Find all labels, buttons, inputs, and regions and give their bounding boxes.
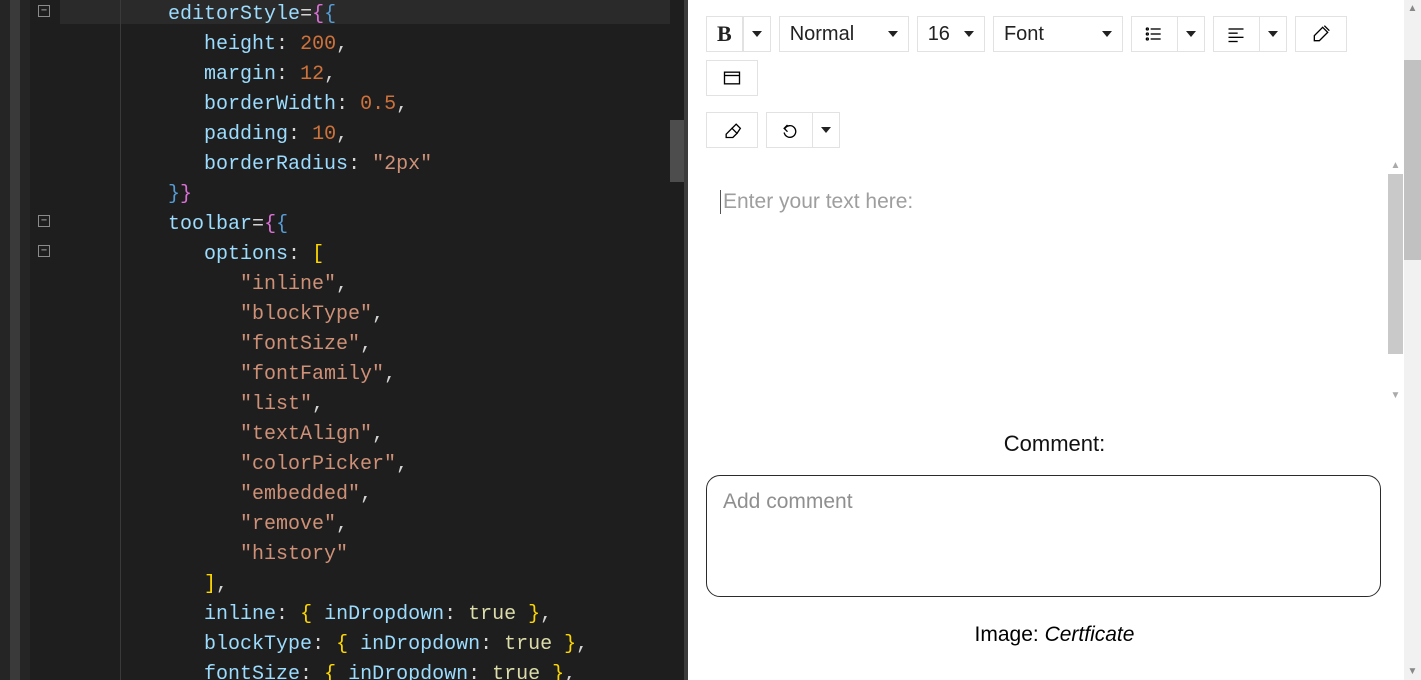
textalign-dropdown[interactable]: [1213, 16, 1287, 52]
align-left-icon[interactable]: [1213, 16, 1259, 52]
comment-section-label: Comment:: [706, 431, 1403, 457]
editor-fold-gutter: − − −: [30, 0, 60, 680]
list-dropdown-caret[interactable]: [1177, 16, 1205, 52]
editor-scrollbar-thumb[interactable]: [670, 120, 684, 182]
inline-dropdown-caret[interactable]: [743, 16, 771, 52]
chevron-down-icon: [888, 31, 898, 37]
preview-scrollbar-thumb[interactable]: [1404, 60, 1421, 260]
comment-input[interactable]: [706, 475, 1381, 597]
list-dropdown[interactable]: [1131, 16, 1205, 52]
fold-toggle[interactable]: −: [38, 5, 50, 17]
scroll-down-icon[interactable]: ▼: [1404, 663, 1421, 680]
fontfamily-dropdown[interactable]: Font: [993, 16, 1123, 52]
rte-editor-wrapper: Enter your text here: ▲ ▼: [706, 158, 1403, 403]
chevron-down-icon: [1102, 31, 1112, 37]
scroll-down-icon[interactable]: ▼: [1388, 388, 1403, 403]
colorpicker-button[interactable]: [1295, 16, 1347, 52]
blocktype-dropdown[interactable]: Normal: [779, 16, 909, 52]
image-name: Certficate: [1045, 623, 1135, 646]
scroll-up-icon[interactable]: ▲: [1388, 158, 1403, 173]
fold-toggle[interactable]: −: [38, 215, 50, 227]
image-section-label: Image: Certficate: [706, 623, 1403, 647]
rte-editor[interactable]: Enter your text here:: [706, 158, 1403, 403]
code-area[interactable]: editorStyle={{ height: 200, margin: 12, …: [60, 0, 684, 680]
history-dropdown-caret[interactable]: [812, 112, 840, 148]
preview-scrollbar[interactable]: ▲ ▼: [1404, 0, 1421, 680]
image-label-prefix: Image:: [975, 623, 1045, 646]
code-editor-pane: − − − editorStyle={{ height: 200, margin…: [0, 0, 684, 680]
bold-button[interactable]: B: [706, 16, 743, 52]
editor-gutter-markers: [0, 0, 30, 680]
undo-icon[interactable]: [766, 112, 812, 148]
blocktype-label: Normal: [790, 23, 854, 46]
eraser-button[interactable]: [706, 112, 758, 148]
fontfamily-label: Font: [1004, 23, 1044, 46]
chevron-down-icon: [964, 31, 974, 37]
fontsize-dropdown[interactable]: 16: [917, 16, 985, 52]
embedded-button[interactable]: [706, 60, 758, 96]
editor-scrollbar-track[interactable]: [670, 0, 684, 680]
fold-toggle[interactable]: −: [38, 245, 50, 257]
text-cursor: [720, 190, 721, 214]
code-content[interactable]: editorStyle={{ height: 200, margin: 12, …: [60, 0, 684, 680]
list-icon[interactable]: [1131, 16, 1177, 52]
rte-scrollbar[interactable]: ▲ ▼: [1388, 158, 1403, 403]
rte-placeholder: Enter your text here:: [723, 190, 913, 213]
align-dropdown-caret[interactable]: [1259, 16, 1287, 52]
rte-toolbar: B Normal 16 Font: [706, 16, 1403, 148]
preview-pane: B Normal 16 Font: [688, 0, 1421, 680]
inline-style-dropdown[interactable]: B: [706, 16, 771, 52]
fontsize-label: 16: [928, 23, 950, 46]
rte-scrollbar-thumb[interactable]: [1388, 174, 1403, 354]
scroll-up-icon[interactable]: ▲: [1404, 0, 1421, 17]
history-dropdown[interactable]: [766, 112, 840, 148]
